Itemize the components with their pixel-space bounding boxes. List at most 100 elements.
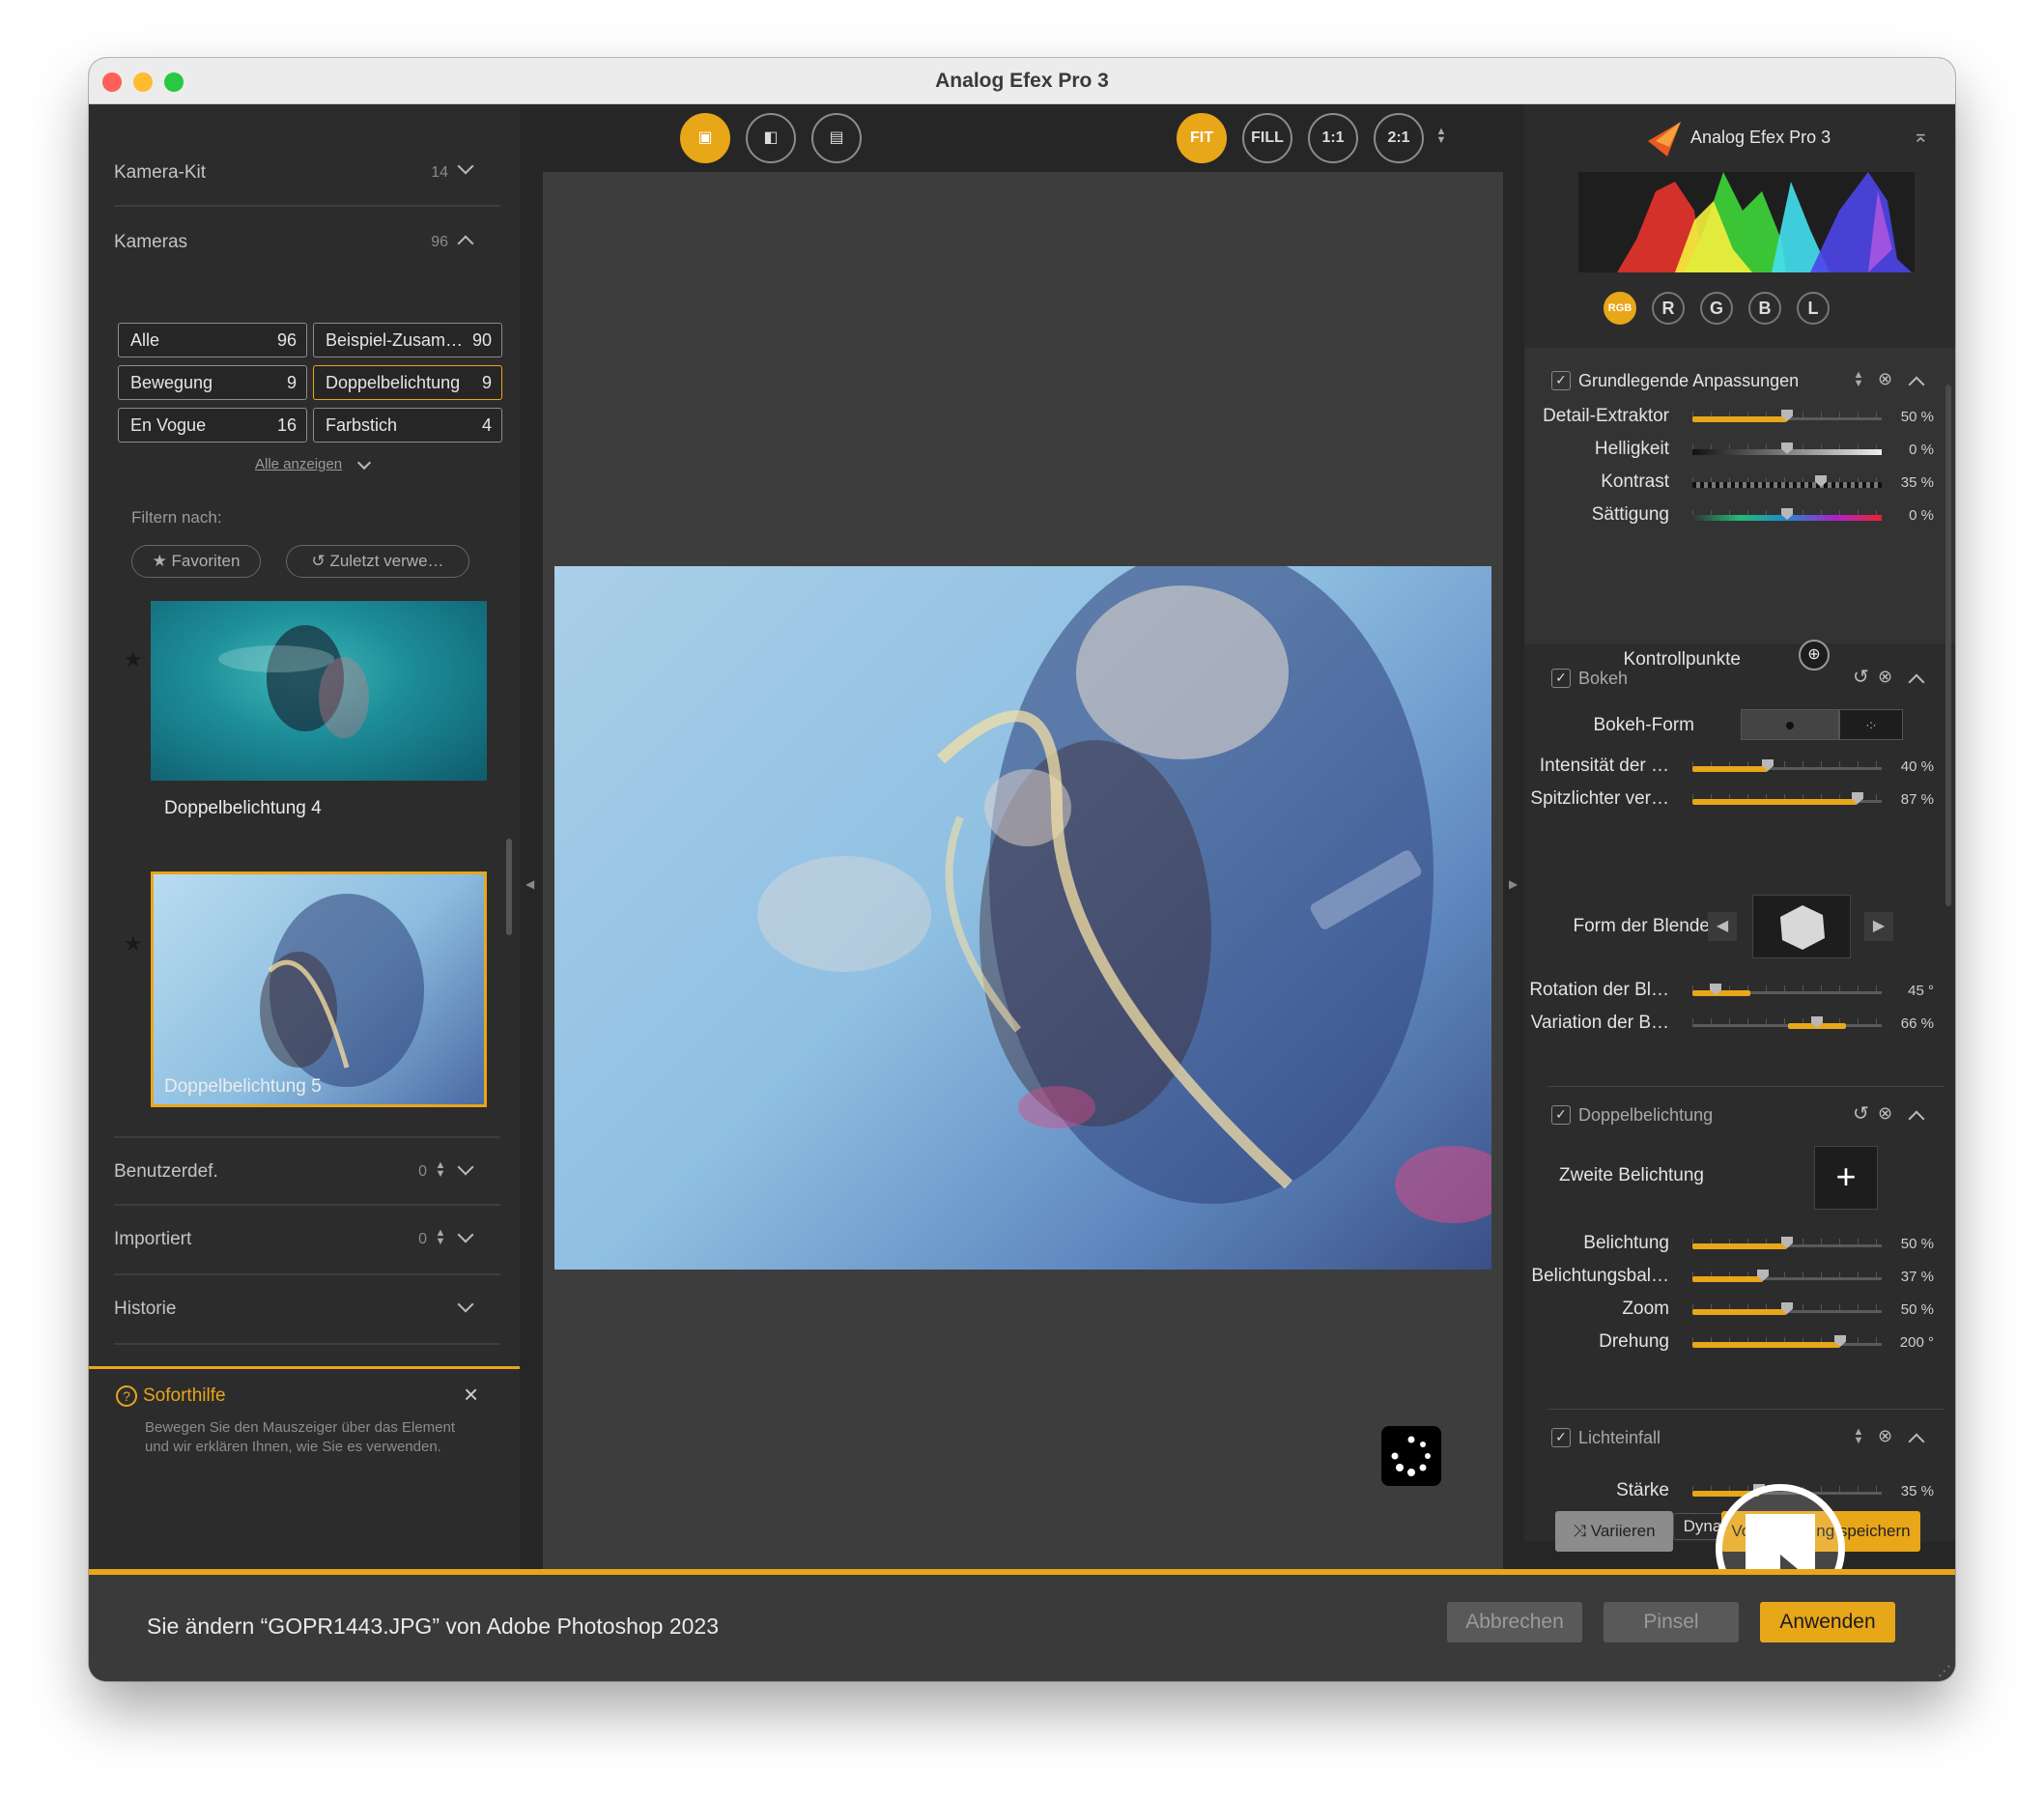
close-help-icon[interactable]: × [464, 1380, 478, 1410]
remove-filter-icon[interactable]: ⊗ [1878, 369, 1892, 389]
preset-thumbnail-4[interactable] [151, 601, 487, 781]
preset-list-scrollbar[interactable] [506, 839, 512, 935]
apply-button[interactable]: Anwenden [1760, 1602, 1895, 1642]
slider-fill [1692, 1276, 1763, 1282]
preview-image[interactable] [554, 566, 1491, 1270]
slider-track[interactable] [1692, 1016, 1882, 1032]
help-text: Bewegen Sie den Mauszeiger über das Elem… [145, 1419, 456, 1455]
scatter-dot-icon: ·:· [1865, 718, 1877, 731]
side-by-side-icon: ▤ [829, 129, 844, 146]
section-kameras[interactable]: Kameras 96 [114, 207, 500, 276]
section-importiert[interactable]: Importiert 0 ▲ ▼ [114, 1206, 500, 1275]
slider-track[interactable] [1692, 475, 1882, 491]
slider-track[interactable] [1692, 508, 1882, 524]
add-second-exposure-button[interactable]: + [1814, 1146, 1878, 1210]
basic-enabled-checkbox[interactable]: ✓ [1551, 371, 1571, 390]
reorder-icon[interactable]: ▲ ▼ [1853, 370, 1864, 390]
filter-favorites-button[interactable]: ★ Favoriten [131, 545, 261, 578]
right-collapse-strip[interactable]: ▶ [1503, 104, 1524, 1569]
category-chip-beispiel[interactable]: Beispiel-Zusam… 90 [313, 323, 502, 357]
section-kamera-kit[interactable]: Kamera-Kit 14 [114, 137, 500, 207]
double-exposure-enabled-checkbox[interactable]: ✓ [1551, 1105, 1571, 1125]
slider-track[interactable] [1692, 1335, 1882, 1351]
reorder-icon[interactable]: ▲ ▼ [1853, 1427, 1864, 1447]
chevron-down-icon[interactable] [457, 1296, 474, 1313]
chevron-up-icon[interactable] [457, 235, 474, 252]
slider-track[interactable] [1692, 1237, 1882, 1252]
help-divider [89, 1366, 520, 1369]
zoom-stepper-icon[interactable]: ▲ ▼ [1435, 127, 1447, 147]
remove-filter-icon[interactable]: ⊗ [1878, 1426, 1892, 1446]
single-view-button[interactable]: ▣ [680, 113, 730, 163]
slider-track[interactable] [1692, 759, 1882, 775]
light-leak-section-header[interactable]: ✓ Lichteinfall ▲ ▼ ⊗ [1524, 1411, 1930, 1465]
histogram-rgb-button[interactable]: RGB [1604, 292, 1636, 325]
collapse-right-icon[interactable]: ▶ [1509, 877, 1518, 891]
bokeh-shape-scatter[interactable]: ·:· [1839, 709, 1903, 740]
zoom-100-button[interactable]: 1:1 [1308, 113, 1358, 163]
chevron-up-icon[interactable] [1908, 376, 1925, 393]
compare-view-button[interactable]: ▤ [811, 113, 862, 163]
category-chip-farbstich[interactable]: Farbstich 4 [313, 408, 502, 443]
double-exposure-section-header[interactable]: ✓ Doppelbelichtung ↺ ⊗ [1524, 1088, 1930, 1142]
sort-arrows-icon[interactable]: ▲ ▼ [435, 1228, 446, 1248]
section-label: Importiert [114, 1229, 192, 1249]
collapse-left-icon[interactable]: ◀ [525, 877, 534, 891]
filter-recent-button[interactable]: ↺ Zuletzt verwe… [286, 545, 469, 578]
zoom-200-button[interactable]: 2:1 [1374, 113, 1424, 163]
aperture-prev-button[interactable]: ◀ [1708, 912, 1737, 941]
histogram-g-button[interactable]: G [1700, 292, 1733, 325]
light-leak-enabled-checkbox[interactable]: ✓ [1551, 1428, 1571, 1447]
bokeh-shape-round[interactable] [1741, 709, 1839, 740]
chevron-down-icon[interactable] [457, 1158, 474, 1176]
remove-filter-icon[interactable]: ⊗ [1878, 667, 1892, 687]
section-benutzerdef[interactable]: Benutzerdef. 0 ▲ ▼ [114, 1136, 500, 1206]
chevron-up-icon[interactable] [1908, 1433, 1925, 1450]
slider-track[interactable] [1692, 1270, 1882, 1285]
collapse-header-icon[interactable]: ⌅ [1913, 124, 1929, 148]
chevron-down-icon[interactable] [356, 455, 372, 471]
aperture-next-button[interactable]: ▶ [1864, 912, 1893, 941]
favorite-star-icon[interactable]: ★ [124, 931, 143, 957]
chevron-down-icon[interactable] [457, 157, 474, 175]
reset-icon[interactable]: ↺ [1853, 1101, 1869, 1126]
section-label: Benutzerdef. [114, 1161, 218, 1182]
category-chip-doppelbelichtung[interactable]: Doppelbelichtung 9 [313, 365, 502, 400]
remove-filter-icon[interactable]: ⊗ [1878, 1103, 1892, 1124]
slider-value: 50 % [1900, 409, 1934, 425]
brush-button[interactable]: Pinsel [1604, 1602, 1739, 1642]
zoom-fill-button[interactable]: FILL [1242, 113, 1292, 163]
diver-photo [757, 566, 1491, 1223]
bokeh-enabled-checkbox[interactable]: ✓ [1551, 669, 1571, 688]
favorite-star-icon[interactable]: ★ [124, 647, 143, 672]
category-chip-bewegung[interactable]: Bewegung 9 [118, 365, 307, 400]
preset-thumbnail-5[interactable] [151, 871, 487, 1107]
sort-arrows-icon[interactable]: ▲ ▼ [435, 1160, 446, 1181]
category-chip-en-vogue[interactable]: En Vogue 16 [118, 408, 307, 443]
slider-track[interactable] [1692, 984, 1882, 999]
chevron-down-icon[interactable] [457, 1226, 474, 1243]
resize-grip-icon[interactable]: ⋰ [1938, 1663, 1951, 1679]
histogram-l-button[interactable]: L [1797, 292, 1830, 325]
category-chip-alle[interactable]: Alle 96 [118, 323, 307, 357]
histogram-b-button[interactable]: B [1748, 292, 1781, 325]
cancel-button[interactable]: Abbrechen [1447, 1602, 1582, 1642]
bokeh-section-header[interactable]: ✓ Bokeh ↺ ⊗ [1524, 649, 1930, 703]
histogram-r-button[interactable]: R [1652, 292, 1685, 325]
left-collapse-strip[interactable]: ◀ [520, 104, 543, 1569]
slider-track[interactable] [1692, 443, 1882, 458]
split-view-button[interactable]: ◧ [746, 113, 796, 163]
chevron-up-icon[interactable] [1908, 1110, 1925, 1128]
section-count: 0 [418, 1231, 427, 1247]
slider-track[interactable] [1692, 1302, 1882, 1318]
section-historie[interactable]: Historie [114, 1275, 500, 1345]
reset-icon[interactable]: ↺ [1853, 665, 1869, 689]
adjustments-scrollbar[interactable] [1945, 385, 1951, 906]
vary-button[interactable]: ⤨ Variieren [1555, 1511, 1673, 1552]
chevron-up-icon[interactable] [1908, 673, 1925, 691]
slider-row: Detail-Extraktor 50 % [1524, 400, 1949, 433]
slider-track[interactable] [1692, 792, 1882, 808]
slider-track[interactable] [1692, 410, 1882, 425]
zoom-fit-button[interactable]: FIT [1177, 113, 1227, 163]
show-all-link[interactable]: Alle anzeigen [255, 456, 342, 472]
